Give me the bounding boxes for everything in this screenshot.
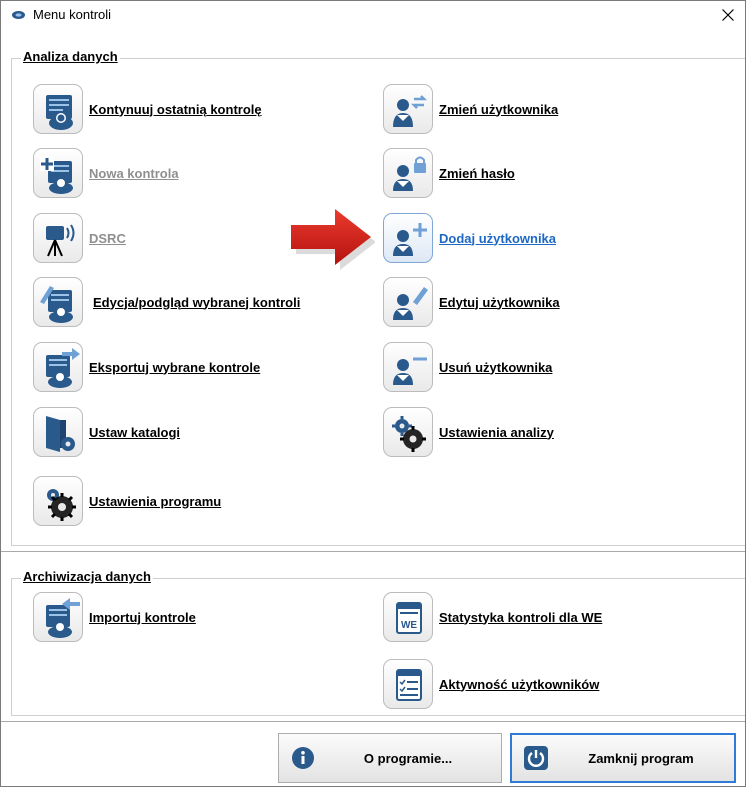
- continue-last-control-item[interactable]: Kontynuuj ostatnią kontrolę: [33, 83, 262, 135]
- about-button[interactable]: O programie...: [278, 733, 502, 783]
- add-user-icon: [393, 223, 427, 256]
- item-label: Zmień użytkownika: [439, 101, 559, 117]
- dsrc-item[interactable]: DSRC: [33, 212, 126, 264]
- dsrc-device-icon: [46, 224, 75, 257]
- checklist-icon: [396, 669, 422, 701]
- item-label: Ustawienia analizy: [439, 424, 554, 440]
- item-label: DSRC: [89, 230, 126, 246]
- edit-user-icon: [393, 287, 428, 320]
- close-icon: [722, 9, 734, 21]
- change-password-item[interactable]: Zmień hasło: [383, 147, 515, 199]
- we-statistics-item[interactable]: WE Statystyka kontroli dla WE: [383, 591, 602, 643]
- export-icon: [46, 348, 80, 388]
- info-icon: [292, 747, 314, 769]
- app-eye-icon: [12, 11, 25, 19]
- item-label: Edycja/podgląd wybranej kontroli: [93, 294, 301, 310]
- item-label: Usuń użytkownika: [439, 359, 553, 375]
- export-controls-item[interactable]: Eksportuj wybrane kontrole: [33, 341, 260, 393]
- item-label: Edytuj użytkownika: [439, 294, 560, 310]
- item-label: Statystyka kontroli dla WE: [439, 609, 603, 625]
- item-label: Ustaw katalogi: [89, 424, 181, 440]
- import-controls-item[interactable]: Importuj kontrole: [33, 591, 196, 643]
- power-icon: [524, 746, 548, 770]
- new-control-item[interactable]: Nowa kontrola: [33, 147, 179, 199]
- set-directories-item[interactable]: Ustaw katalogi: [33, 406, 180, 458]
- window-title: Menu kontroli: [33, 7, 112, 22]
- item-label: Nowa kontrola: [89, 165, 179, 181]
- analysis-group-title: Analiza danych: [21, 49, 120, 64]
- item-label: Zmień hasło: [439, 165, 515, 181]
- close-program-button[interactable]: Zamknij program: [510, 733, 736, 783]
- change-user-item[interactable]: Zmień użytkownika: [383, 83, 558, 135]
- footer-separator: [1, 721, 745, 722]
- gear-icon: [47, 489, 76, 521]
- import-icon: [46, 598, 80, 638]
- remove-user-icon: [393, 357, 427, 385]
- remove-user-item[interactable]: Usuń użytkownika: [383, 341, 552, 393]
- edit-user-item[interactable]: Edytuj użytkownika: [383, 276, 560, 328]
- close-window-button[interactable]: [711, 1, 745, 29]
- gears-icon: [392, 416, 426, 452]
- edit-document-icon: [40, 286, 73, 323]
- item-label: Dodaj użytkownika: [439, 230, 557, 246]
- item-label: Aktywność użytkowników: [439, 676, 600, 692]
- item-label: Ustawienia programu: [89, 493, 222, 509]
- section-separator: [1, 551, 745, 552]
- program-settings-item[interactable]: Ustawienia programu: [33, 475, 221, 527]
- add-user-item[interactable]: Dodaj użytkownika: [383, 212, 556, 264]
- archive-group-title: Archiwizacja danych: [21, 569, 153, 584]
- switch-user-icon: [393, 95, 428, 127]
- about-button-label: O programie...: [363, 750, 453, 766]
- close-program-button-label: Zamknij program: [588, 750, 694, 766]
- folder-settings-icon: [46, 416, 75, 452]
- user-lock-icon: [393, 156, 426, 191]
- analysis-settings-item[interactable]: Ustawienia analizy: [383, 406, 554, 458]
- svg-text:WE: WE: [401, 620, 417, 631]
- edit-preview-control-item[interactable]: Edycja/podgląd wybranej kontroli: [33, 276, 300, 328]
- we-statistics-icon: WE: [396, 602, 422, 634]
- item-label: Kontynuuj ostatnią kontrolę: [89, 101, 262, 117]
- pointer-arrow-icon: [291, 209, 375, 270]
- new-document-icon: [40, 157, 73, 194]
- item-label: Importuj kontrole: [89, 609, 196, 625]
- menu-window: Menu kontroli Analiza danych Kontynuuj o…: [0, 0, 746, 787]
- item-label: Eksportuj wybrane kontrole: [89, 359, 261, 375]
- document-person-icon: [46, 95, 73, 130]
- title-bar: Menu kontroli: [1, 1, 745, 29]
- user-activity-item[interactable]: Aktywność użytkowników: [383, 658, 599, 710]
